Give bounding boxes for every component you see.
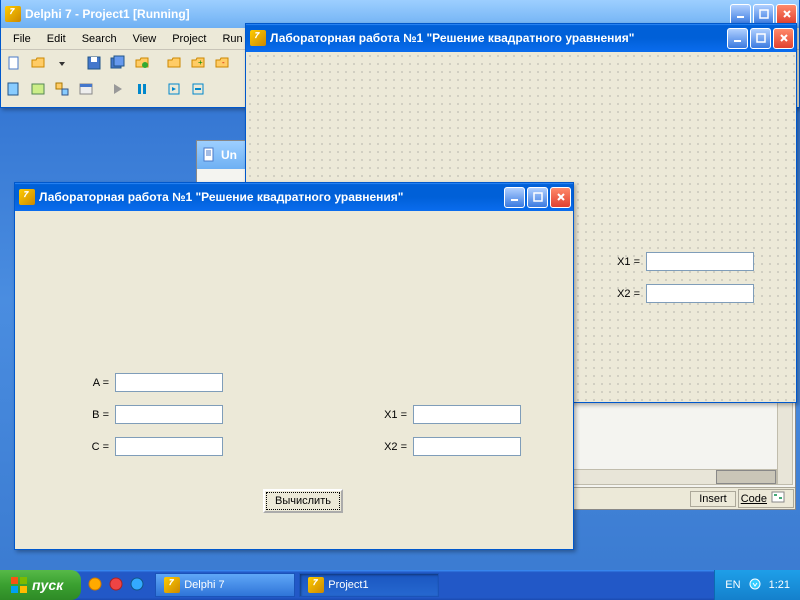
close-button[interactable]	[773, 28, 794, 49]
minimize-button[interactable]	[730, 4, 751, 25]
code-tab-label: Code	[741, 493, 767, 505]
menu-edit[interactable]: Edit	[39, 31, 74, 47]
input-c[interactable]	[115, 437, 223, 456]
calculate-button[interactable]: Вычислить	[263, 489, 343, 513]
ql-icon-3[interactable]	[129, 576, 147, 594]
open-icon[interactable]	[27, 52, 49, 74]
status-insert: Insert	[690, 491, 736, 507]
label-x1: X1 =	[373, 409, 407, 421]
d-field-x2: X2 =	[606, 284, 754, 303]
add-file-icon[interactable]: +	[187, 52, 209, 74]
delphi-icon	[164, 577, 180, 593]
ql-icon-2[interactable]	[108, 576, 126, 594]
input-b[interactable]	[115, 405, 223, 424]
maximize-button[interactable]	[527, 187, 548, 208]
code-tab[interactable]: Code	[738, 489, 794, 508]
maximize-button[interactable]	[750, 28, 771, 49]
designer-title: Лабораторная работа №1 "Решение квадратн…	[270, 31, 727, 45]
d-label-x2: X2 =	[606, 288, 640, 300]
d-label-x1: X1 =	[606, 256, 640, 268]
maximize-button[interactable]	[753, 4, 774, 25]
runform-title: Лабораторная работа №1 "Решение квадратн…	[39, 190, 504, 204]
remove-file-icon[interactable]: -	[211, 52, 233, 74]
taskbar: пуск Delphi 7 Project1 EN 1:21	[0, 570, 800, 600]
task-label: Project1	[328, 579, 368, 591]
runform-body: A = B = C = X1 = X2 = Вычислить	[15, 211, 573, 549]
start-button[interactable]: пуск	[0, 570, 81, 600]
svg-text:-: -	[222, 58, 225, 67]
save-icon[interactable]	[83, 52, 105, 74]
task-delphi[interactable]: Delphi 7	[155, 573, 295, 597]
run-icon[interactable]	[107, 78, 129, 100]
delphi-icon	[308, 577, 324, 593]
field-x1: X1 =	[373, 405, 521, 424]
delphi-icon	[250, 30, 266, 46]
runform-titlebar[interactable]: Лабораторная работа №1 "Решение квадратн…	[15, 183, 573, 211]
tray-chevron-icon[interactable]	[749, 578, 761, 593]
quick-launch	[87, 576, 147, 594]
folder-icon[interactable]	[163, 52, 185, 74]
trace-into-icon[interactable]	[163, 78, 185, 100]
language-indicator[interactable]: EN	[725, 579, 740, 591]
field-a: A =	[75, 373, 223, 392]
dropdown-icon[interactable]	[51, 52, 73, 74]
minimize-button[interactable]	[727, 28, 748, 49]
label-x2: X2 =	[373, 441, 407, 453]
d-input-x2[interactable]	[646, 284, 754, 303]
document-icon	[201, 147, 217, 163]
scroll-thumb[interactable]	[716, 470, 776, 484]
running-form-window: Лабораторная работа №1 "Решение квадратн…	[14, 182, 574, 550]
field-b: B =	[75, 405, 223, 424]
pause-icon[interactable]	[131, 78, 153, 100]
field-c: C =	[75, 437, 223, 456]
menu-file[interactable]: File	[5, 31, 39, 47]
menu-view[interactable]: View	[125, 31, 165, 47]
ql-icon-1[interactable]	[87, 576, 105, 594]
d-field-x1: X1 =	[606, 252, 754, 271]
saveall-icon[interactable]	[107, 52, 129, 74]
close-button[interactable]	[776, 4, 797, 25]
input-a[interactable]	[115, 373, 223, 392]
input-x2[interactable]	[413, 437, 521, 456]
minimize-button[interactable]	[504, 187, 525, 208]
field-x2: X2 =	[373, 437, 521, 456]
clock[interactable]: 1:21	[769, 579, 790, 591]
diagram-tab-icon	[771, 491, 785, 506]
system-tray: EN 1:21	[714, 570, 800, 600]
view-form-icon[interactable]	[27, 78, 49, 100]
delphi-icon	[19, 189, 35, 205]
delphi-icon	[5, 6, 21, 22]
ide-title: Delphi 7 - Project1 [Running]	[25, 7, 730, 21]
open-project-icon[interactable]	[131, 52, 153, 74]
new-form-icon[interactable]	[75, 78, 97, 100]
windows-logo-icon	[10, 576, 28, 594]
task-label: Delphi 7	[184, 579, 224, 591]
close-button[interactable]	[550, 187, 571, 208]
label-c: C =	[75, 441, 109, 453]
label-b: B =	[75, 409, 109, 421]
label-a: A =	[75, 377, 109, 389]
step-over-icon[interactable]	[187, 78, 209, 100]
d-input-x1[interactable]	[646, 252, 754, 271]
designer-titlebar[interactable]: Лабораторная работа №1 "Решение квадратн…	[246, 24, 796, 52]
start-label: пуск	[32, 577, 63, 593]
svg-text:+: +	[198, 58, 203, 67]
menu-project[interactable]: Project	[164, 31, 214, 47]
new-icon[interactable]	[3, 52, 25, 74]
input-x1[interactable]	[413, 405, 521, 424]
menu-search[interactable]: Search	[74, 31, 125, 47]
view-unit-icon[interactable]	[3, 78, 25, 100]
toggle-icon[interactable]	[51, 78, 73, 100]
task-project1[interactable]: Project1	[299, 573, 439, 597]
